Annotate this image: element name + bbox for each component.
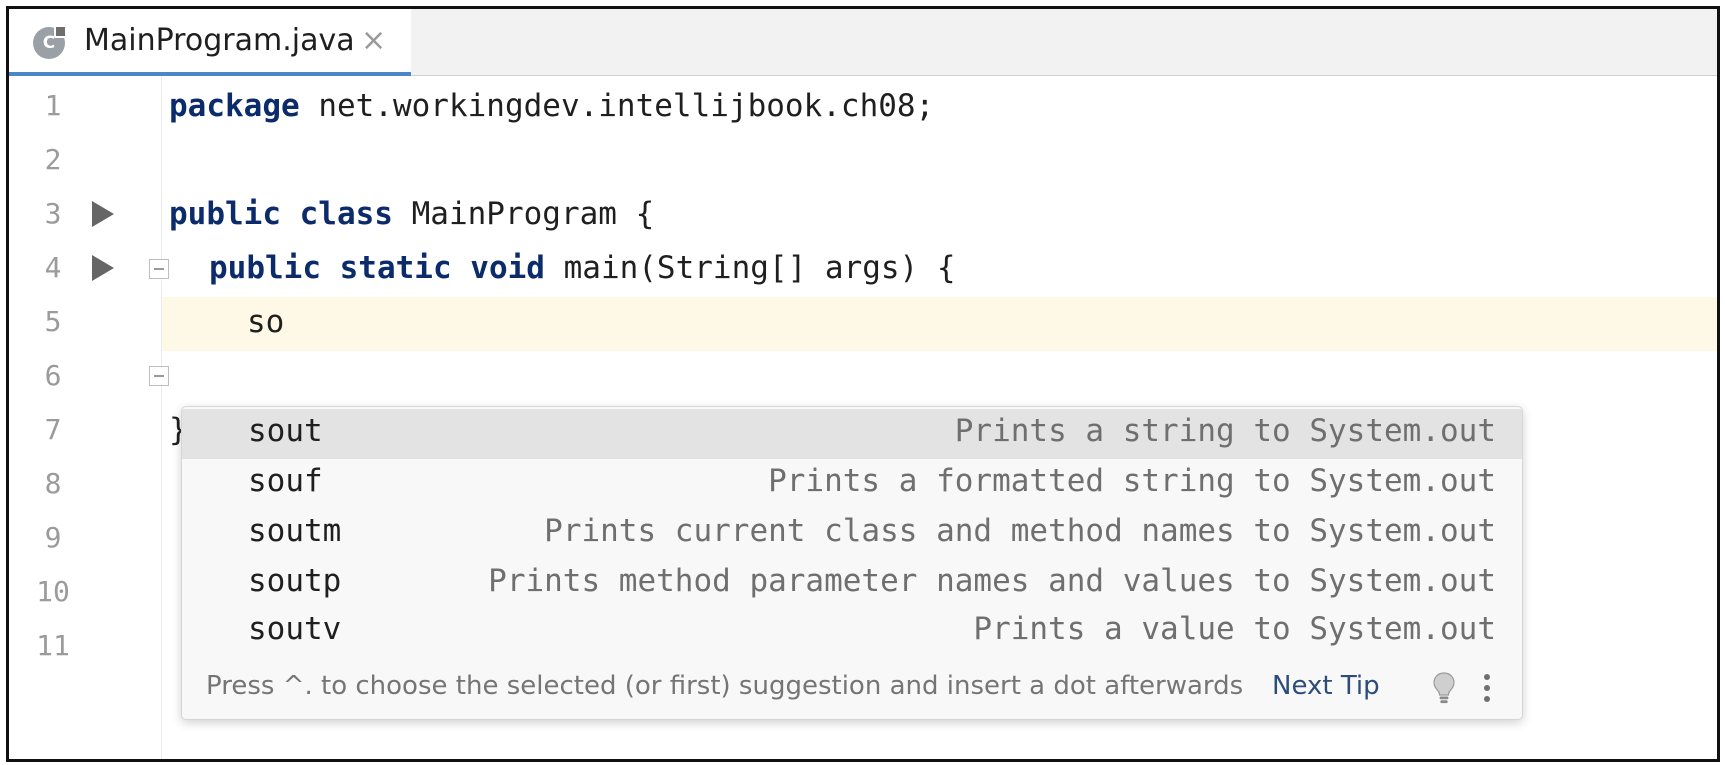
code-editor[interactable]: 1 2 3 4 5 6 7 8 9 10 11 package net.work… xyxy=(9,76,1717,759)
keyword: public static void xyxy=(209,250,545,286)
line-number: 10 xyxy=(36,575,70,608)
completion-item-description: Prints current class and method names to… xyxy=(544,513,1496,549)
completion-item-name: souf xyxy=(248,463,323,499)
completion-footer: Press ^. to choose the selected (or firs… xyxy=(182,657,1522,719)
editor-tab-bar: C MainProgram.java × xyxy=(9,9,1717,76)
completion-item-description: Prints a formatted string to System.out xyxy=(768,463,1496,499)
completion-hint-text: Press ^. to choose the selected (or firs… xyxy=(206,671,1244,701)
completion-item-souf[interactable]: souf Prints a formatted string to System… xyxy=(182,459,1522,509)
run-main-icon[interactable] xyxy=(92,255,114,281)
completion-item-soutv[interactable]: soutv Prints a value to System.out xyxy=(182,607,1522,657)
code-completion-popup: sout Prints a string to System.out souf … xyxy=(181,406,1523,720)
completion-item-soutp[interactable]: soutp Prints method parameter names and … xyxy=(182,559,1522,609)
code-line-4: public static void main(String[] args) { xyxy=(209,248,956,288)
class-badge-icon xyxy=(54,25,67,38)
line-number: 4 xyxy=(44,251,62,284)
completion-item-name: soutm xyxy=(248,513,342,549)
code-line-3: public class MainProgram { xyxy=(169,194,654,234)
run-class-icon[interactable] xyxy=(92,201,114,227)
close-icon[interactable]: × xyxy=(361,24,386,58)
fold-icon[interactable] xyxy=(149,366,169,386)
tab-title: MainProgram.java xyxy=(84,23,355,58)
line-number: 8 xyxy=(44,467,62,500)
line-number: 9 xyxy=(44,521,62,554)
next-tip-link[interactable]: Next Tip xyxy=(1272,671,1380,701)
completion-item-name: soutp xyxy=(248,563,342,599)
tab-mainprogram[interactable]: C MainProgram.java × xyxy=(9,9,411,76)
line-number: 11 xyxy=(36,629,70,662)
line-number: 1 xyxy=(44,89,62,122)
code-text: net.workingdev.intellijbook.ch08; xyxy=(299,88,935,124)
line-number: 5 xyxy=(44,305,62,338)
fold-icon[interactable] xyxy=(149,259,169,279)
completion-item-name: soutv xyxy=(248,611,342,647)
keyword: public class xyxy=(169,196,393,232)
line-number: 3 xyxy=(44,197,62,230)
keyword: package xyxy=(169,88,300,124)
line-number: 6 xyxy=(44,359,62,392)
lightbulb-icon[interactable] xyxy=(1432,671,1456,705)
java-class-icon: C xyxy=(33,25,67,59)
line-number: 7 xyxy=(44,413,62,446)
completion-item-name: sout xyxy=(248,413,323,449)
code-text: MainProgram { xyxy=(392,196,655,232)
completion-item-sout[interactable]: sout Prints a string to System.out xyxy=(182,409,1522,459)
code-line-1: package net.workingdev.intellijbook.ch08… xyxy=(169,86,934,126)
gutter[interactable]: 1 2 3 4 5 6 7 8 9 10 11 xyxy=(9,76,169,759)
code-text: main(String[] args) { xyxy=(544,250,956,286)
completion-item-description: Prints a value to System.out xyxy=(973,611,1496,647)
ide-window: C MainProgram.java × 1 2 3 4 5 6 7 8 9 1… xyxy=(6,6,1720,762)
code-line-5: so xyxy=(247,304,285,340)
line-number: 2 xyxy=(44,143,62,176)
more-options-icon[interactable] xyxy=(1482,671,1492,705)
completion-item-description: Prints method parameter names and values… xyxy=(488,563,1496,599)
completion-item-description: Prints a string to System.out xyxy=(954,413,1496,449)
completion-item-soutm[interactable]: soutm Prints current class and method na… xyxy=(182,509,1522,559)
